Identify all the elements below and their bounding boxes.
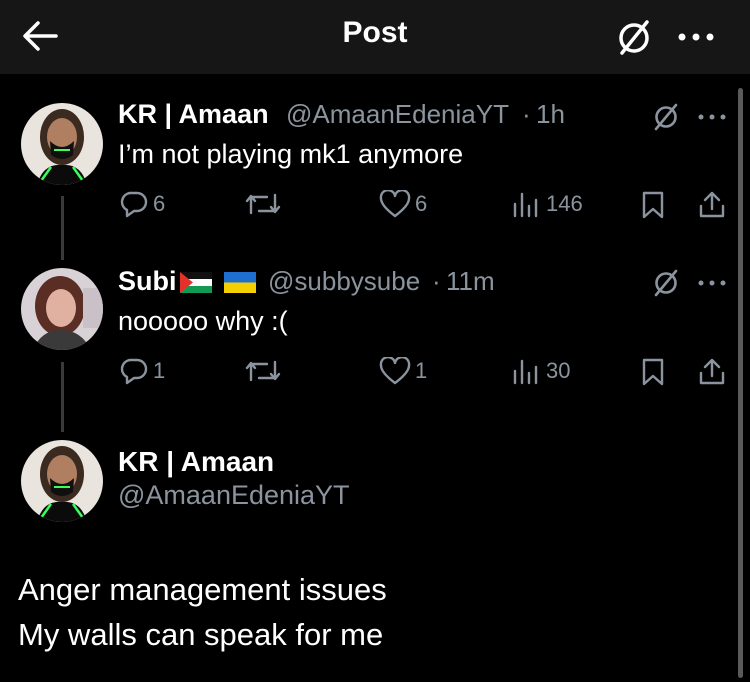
view-count: 146 [546, 191, 583, 216]
view-count: 30 [546, 358, 571, 383]
grok-icon[interactable] [614, 17, 654, 57]
bookmark-icon[interactable] [641, 357, 665, 387]
separator-dot: · [432, 266, 441, 296]
reply-button[interactable]: 6 [119, 190, 165, 218]
share-icon[interactable] [698, 189, 726, 219]
repost-icon [245, 360, 281, 382]
repost-button[interactable] [245, 191, 281, 217]
thread-line [61, 196, 64, 260]
author-handle[interactable]: @AmaanEdeniaYT [286, 99, 509, 130]
reply-count: 1 [153, 358, 166, 383]
more-options-icon[interactable] [697, 112, 727, 122]
ukraine-flag-icon [224, 272, 256, 293]
author-name[interactable]: KR | Amaan [118, 99, 269, 130]
author-handle[interactable]: @AmaanEdeniaYT [118, 480, 350, 511]
heart-icon [379, 357, 411, 385]
avatar[interactable] [21, 268, 103, 350]
post-text: I’m not playing mk1 anymore [118, 139, 464, 169]
scrollbar[interactable] [738, 88, 743, 678]
avatar[interactable] [21, 103, 103, 185]
share-icon[interactable] [698, 356, 726, 386]
post-time: 1h [536, 99, 565, 129]
repost-button[interactable] [245, 358, 281, 384]
like-button[interactable]: 1 [379, 357, 427, 385]
post-time: 11m [446, 266, 495, 296]
reply-count: 6 [153, 191, 166, 216]
reply-icon [120, 191, 148, 218]
views-icon [513, 192, 538, 218]
reply-icon [120, 358, 148, 385]
author-handle[interactable]: @subbysube [268, 266, 420, 297]
bookmark-icon[interactable] [641, 190, 665, 220]
more-options-icon[interactable] [676, 22, 716, 52]
grok-icon[interactable] [652, 268, 680, 298]
heart-icon [379, 190, 411, 218]
thread-line [61, 362, 64, 432]
top-bar: Post [0, 0, 750, 74]
author-name[interactable]: Subi [118, 266, 177, 297]
separator-dot: · [522, 99, 531, 129]
author-name[interactable]: KR | Amaan [118, 446, 274, 478]
reply-button[interactable]: 1 [119, 357, 165, 385]
more-options-icon[interactable] [697, 278, 727, 288]
post-text: nooooo why :( [118, 306, 288, 336]
avatar[interactable] [21, 440, 103, 522]
palestine-flag-icon [180, 272, 212, 293]
post-text-line: My walls can speak for me [18, 617, 384, 652]
like-count: 1 [415, 358, 428, 383]
views-button[interactable]: 30 [512, 357, 570, 385]
post-text-line: Anger management issues [18, 572, 387, 607]
repost-icon [245, 193, 281, 215]
views-icon [513, 359, 538, 385]
grok-icon[interactable] [652, 102, 680, 132]
like-button[interactable]: 6 [379, 190, 427, 218]
views-button[interactable]: 146 [512, 190, 583, 218]
like-count: 6 [415, 191, 428, 216]
